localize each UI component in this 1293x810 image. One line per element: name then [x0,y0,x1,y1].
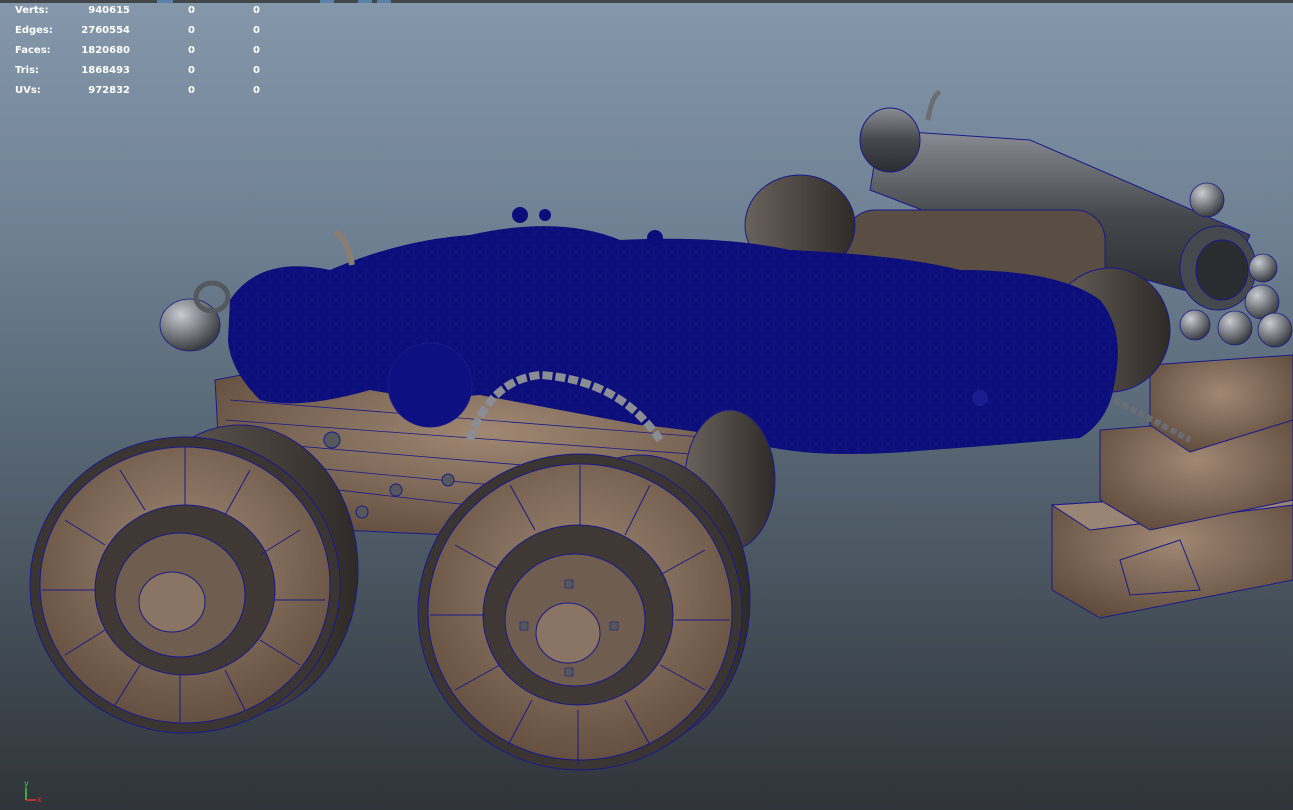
hud-value: 0 [188,25,195,36]
hud-row-verts: Verts: 940615 0 0 [15,4,265,24]
hud-value: 1868493 [81,65,130,76]
hud-value: 0 [253,5,260,16]
hud-label: Tris: [15,65,40,76]
front-left-wheel[interactable] [29,424,359,734]
hud-value: 2760554 [81,25,130,36]
hud-value: 0 [253,25,260,36]
hud-label: Edges: [15,25,53,36]
hud-value: 0 [253,45,260,56]
axis-x-label: x [37,795,42,804]
hud-label: UVs: [15,85,41,96]
hud-label: Verts: [15,5,49,16]
hud-value: 0 [253,85,260,96]
cannon-breech[interactable] [159,280,231,352]
hud-row-tris: Tris: 1868493 0 0 [15,64,265,84]
hud-value: 972832 [88,85,130,96]
poly-count-hud: Verts: 940615 0 0 Edges: 2760554 0 0 Fac… [15,4,265,104]
hud-value: 0 [188,5,195,16]
hud-value: 0 [188,65,195,76]
hud-value: 0 [253,65,260,76]
hud-row-uvs: UVs: 972832 0 0 [15,84,265,104]
hud-value: 0 [188,85,195,96]
maya-3d-viewport[interactable]: Verts: 940615 0 0 Edges: 2760554 0 0 Fac… [0,0,1293,810]
axis-gizmo-icon: y x [24,779,42,804]
cannon-model-scene[interactable] [0,0,1293,810]
hud-row-faces: Faces: 1820680 0 0 [15,44,265,64]
front-right-wheel[interactable] [417,453,751,771]
hud-row-edges: Edges: 2760554 0 0 [15,24,265,44]
axis-y-label: y [24,779,29,788]
hud-value: 1820680 [81,45,130,56]
hud-value: 940615 [88,5,130,16]
hud-label: Faces: [15,45,51,56]
hud-value: 0 [188,45,195,56]
